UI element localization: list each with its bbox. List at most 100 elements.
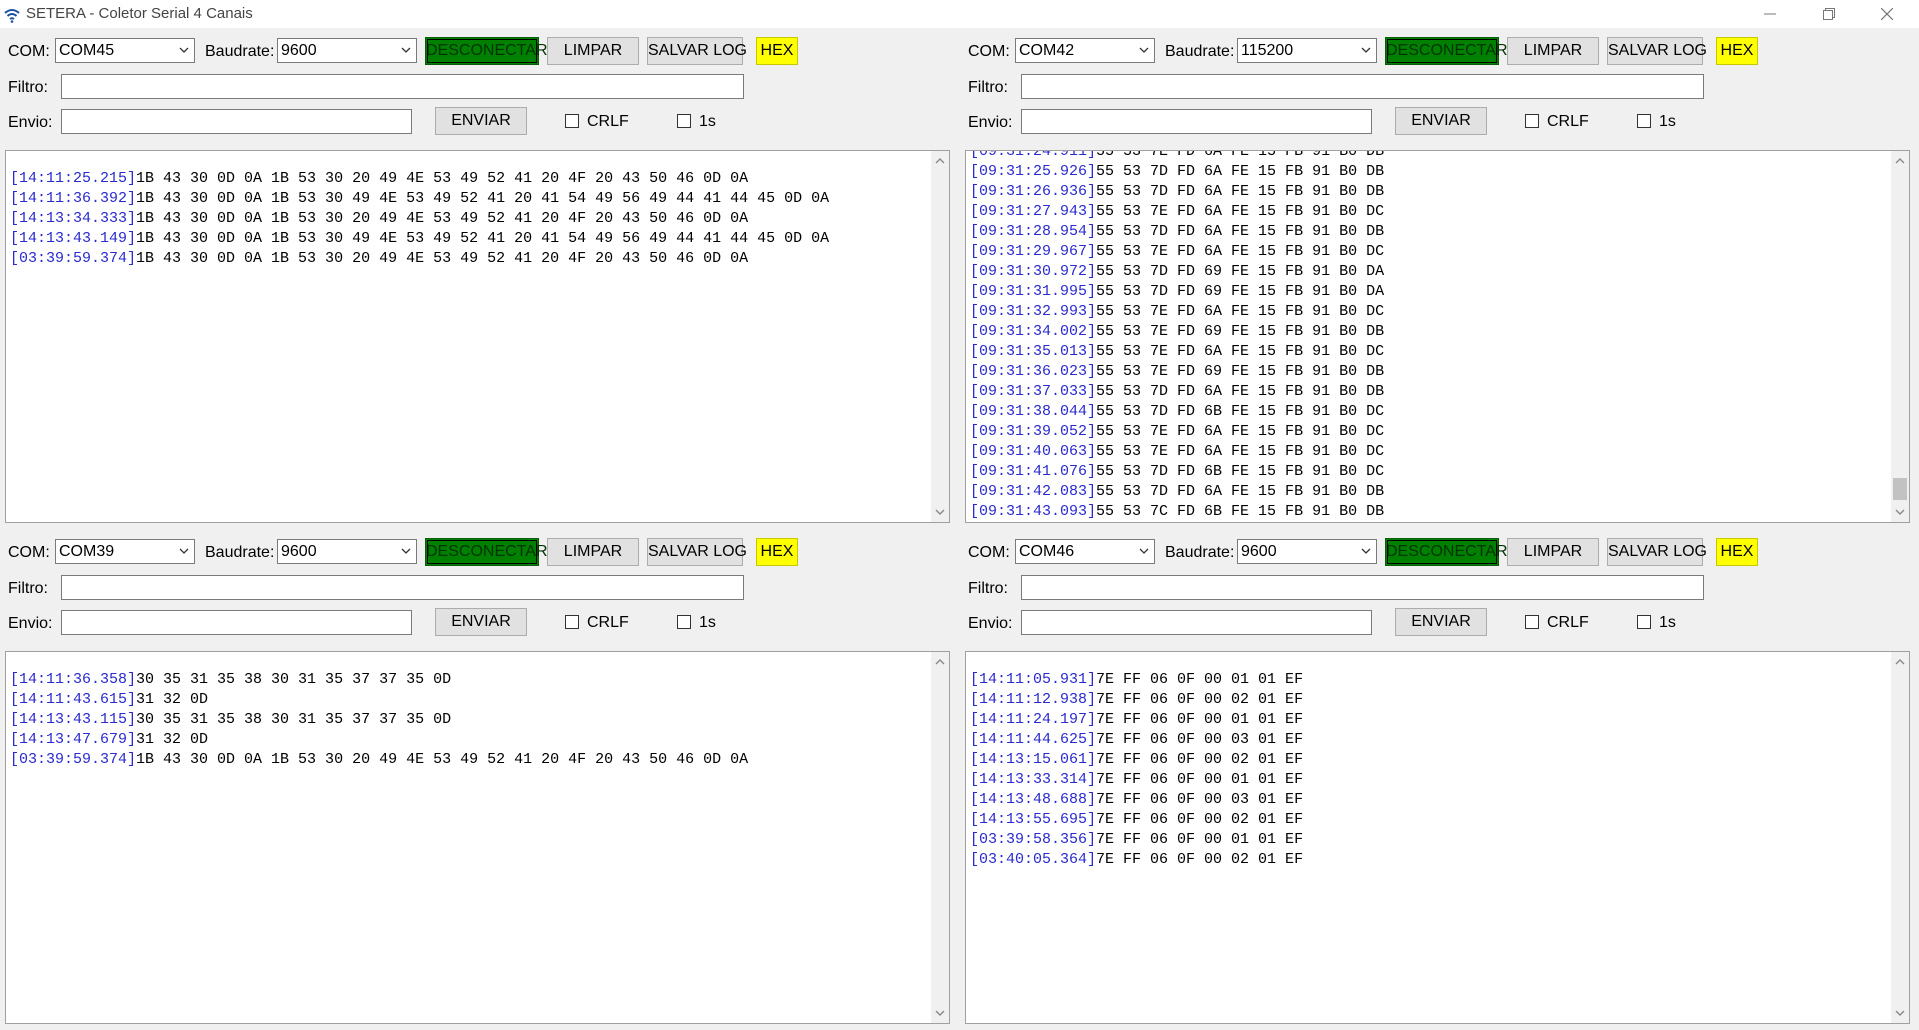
save-log-button[interactable]: SALVAR LOG	[647, 538, 747, 566]
disconnect-button[interactable]: DESCONECTAR	[1385, 37, 1508, 65]
clear-button[interactable]: LIMPAR	[1507, 538, 1599, 566]
com-select[interactable]: COM39	[55, 539, 195, 564]
disconnect-button[interactable]: DESCONECTAR	[1385, 538, 1508, 566]
hex-button[interactable]: HEX	[1716, 538, 1758, 566]
log-line: [03:39:59.374]1B 43 30 0D 0A 1B 53 30 20…	[10, 249, 929, 269]
hex-button[interactable]: HEX	[756, 538, 798, 566]
filter-input[interactable]	[1021, 74, 1704, 99]
log-data: 55 53 7E FD 6A FE 15 FB 91 B0 DC	[1096, 343, 1385, 360]
filter-input[interactable]	[61, 74, 744, 99]
log-line: [09:31:37.033]55 53 7D FD 6A FE 15 FB 91…	[970, 382, 1889, 402]
log-data: 55 53 7E FD 69 FE 15 FB 91 B0 DB	[1096, 323, 1385, 340]
log-scrollbar[interactable]	[1891, 151, 1909, 522]
log-timestamp: [09:31:31.995]	[970, 283, 1097, 300]
log-data: 7E FF 06 0F 00 01 01 EF	[1096, 831, 1304, 848]
baudrate-label: Baudrate:	[1165, 43, 1235, 60]
log-textbox[interactable]: [14:11:25.215]1B 43 30 0D 0A 1B 53 30 20…	[5, 150, 950, 523]
log-line: [14:11:12.938]7E FF 06 0F 00 02 01 EF	[970, 690, 1889, 710]
log-line: [09:31:41.076]55 53 7D FD 6B FE 15 FB 91…	[970, 462, 1889, 482]
send-input[interactable]	[1021, 610, 1372, 635]
channel-panel-4: COM: COM46 Baudrate: 9600 DESCONECTAR LI…	[960, 529, 1910, 1029]
crlf-checkbox[interactable]	[565, 615, 579, 629]
log-timestamp: [14:13:43.149]	[10, 230, 137, 247]
chevron-down-icon	[179, 47, 189, 53]
log-textbox[interactable]: [09:31:24.911]55 53 7E FD 6A FE 15 FB 91…	[965, 150, 1910, 523]
log-timestamp: [09:31:26.936]	[970, 183, 1097, 200]
log-timestamp: [09:31:39.052]	[970, 423, 1097, 440]
log-timestamp: [03:39:59.374]	[10, 751, 137, 768]
send-label: Envio:	[968, 615, 1013, 632]
send-button[interactable]: ENVIAR	[1395, 608, 1487, 636]
save-log-button[interactable]: SALVAR LOG	[647, 37, 747, 65]
log-timestamp: [09:31:29.967]	[970, 243, 1097, 260]
log-timestamp: [09:31:34.002]	[970, 323, 1097, 340]
baudrate-select[interactable]: 9600	[277, 38, 417, 63]
send-button[interactable]: ENVIAR	[435, 608, 527, 636]
hex-button[interactable]: HEX	[1716, 37, 1758, 65]
log-timestamp: [09:31:43.093]	[970, 503, 1097, 520]
log-scrollbar[interactable]	[931, 652, 949, 1023]
clear-button[interactable]: LIMPAR	[547, 538, 639, 566]
log-line: [09:31:32.993]55 53 7E FD 6A FE 15 FB 91…	[970, 302, 1889, 322]
log-line: [09:31:35.013]55 53 7E FD 6A FE 15 FB 91…	[970, 342, 1889, 362]
log-line: [03:39:59.374]1B 43 30 0D 0A 1B 53 30 20…	[10, 750, 929, 770]
log-line: [03:40:05.364]7E FF 06 0F 00 02 01 EF	[970, 850, 1889, 870]
one-second-checkbox[interactable]	[677, 114, 691, 128]
crlf-label: CRLF	[587, 113, 629, 130]
log-timestamp: [14:13:47.679]	[10, 731, 137, 748]
crlf-checkbox[interactable]	[1525, 615, 1539, 629]
log-scrollbar[interactable]	[931, 151, 949, 522]
com-select[interactable]: COM42	[1015, 38, 1155, 63]
baudrate-select[interactable]: 9600	[1237, 539, 1377, 564]
baudrate-select[interactable]: 9600	[277, 539, 417, 564]
one-second-checkbox[interactable]	[1637, 615, 1651, 629]
log-timestamp: [14:11:44.625]	[970, 731, 1097, 748]
log-textbox[interactable]: [14:11:36.358]30 35 31 35 38 30 31 35 37…	[5, 651, 950, 1024]
log-timestamp: [09:31:40.063]	[970, 443, 1097, 460]
minimize-button[interactable]	[1741, 0, 1799, 28]
crlf-checkbox[interactable]	[565, 114, 579, 128]
send-button[interactable]: ENVIAR	[435, 107, 527, 135]
send-input[interactable]	[61, 610, 412, 635]
minimize-icon	[1764, 13, 1776, 15]
restore-button[interactable]	[1800, 0, 1858, 28]
baudrate-select[interactable]: 115200	[1237, 38, 1377, 63]
log-textbox[interactable]: [14:11:05.931]7E FF 06 0F 00 01 01 EF [14…	[965, 651, 1910, 1024]
log-data: 55 53 7E FD 6A FE 15 FB 91 B0 DC	[1096, 303, 1385, 320]
one-second-checkbox[interactable]	[1637, 114, 1651, 128]
disconnect-button[interactable]: DESCONECTAR	[425, 37, 548, 65]
hex-button[interactable]: HEX	[756, 37, 798, 65]
save-log-button[interactable]: SALVAR LOG	[1607, 37, 1707, 65]
close-icon	[1881, 8, 1893, 20]
com-select[interactable]: COM45	[55, 38, 195, 63]
disconnect-button[interactable]: DESCONECTAR	[425, 538, 548, 566]
com-label: COM:	[968, 544, 1010, 561]
close-button[interactable]	[1858, 0, 1916, 28]
channel-panel-1: COM: COM45 Baudrate: 9600 DESCONECTAR LI…	[0, 28, 950, 528]
clear-button[interactable]: LIMPAR	[1507, 37, 1599, 65]
chevron-down-icon	[1139, 548, 1149, 554]
scroll-down-icon	[935, 509, 945, 515]
chevron-down-icon	[179, 548, 189, 554]
crlf-checkbox[interactable]	[1525, 114, 1539, 128]
clear-button[interactable]: LIMPAR	[547, 37, 639, 65]
filter-input[interactable]	[1021, 575, 1704, 600]
log-timestamp: [14:13:55.695]	[970, 811, 1097, 828]
log-data: 7E FF 06 0F 00 02 01 EF	[1096, 811, 1304, 828]
log-scrollbar[interactable]	[1891, 652, 1909, 1023]
send-input[interactable]	[1021, 109, 1372, 134]
log-data: 7E FF 06 0F 00 03 01 EF	[1096, 731, 1304, 748]
com-select[interactable]: COM46	[1015, 539, 1155, 564]
log-line: [09:31:28.954]55 53 7D FD 6A FE 15 FB 91…	[970, 222, 1889, 242]
one-second-label: 1s	[1659, 113, 1676, 130]
log-data: 55 53 7E FD 69 FE 15 FB 91 B0 DB	[1096, 363, 1385, 380]
one-second-checkbox[interactable]	[677, 615, 691, 629]
send-input[interactable]	[61, 109, 412, 134]
chevron-down-icon	[401, 47, 411, 53]
scroll-down-icon	[935, 1010, 945, 1016]
send-button[interactable]: ENVIAR	[1395, 107, 1487, 135]
save-log-button[interactable]: SALVAR LOG	[1607, 538, 1707, 566]
log-data: 55 53 7E FD 6A FE 15 FB 91 B0 DC	[1096, 423, 1385, 440]
filter-input[interactable]	[61, 575, 744, 600]
scroll-thumb[interactable]	[1893, 478, 1907, 500]
